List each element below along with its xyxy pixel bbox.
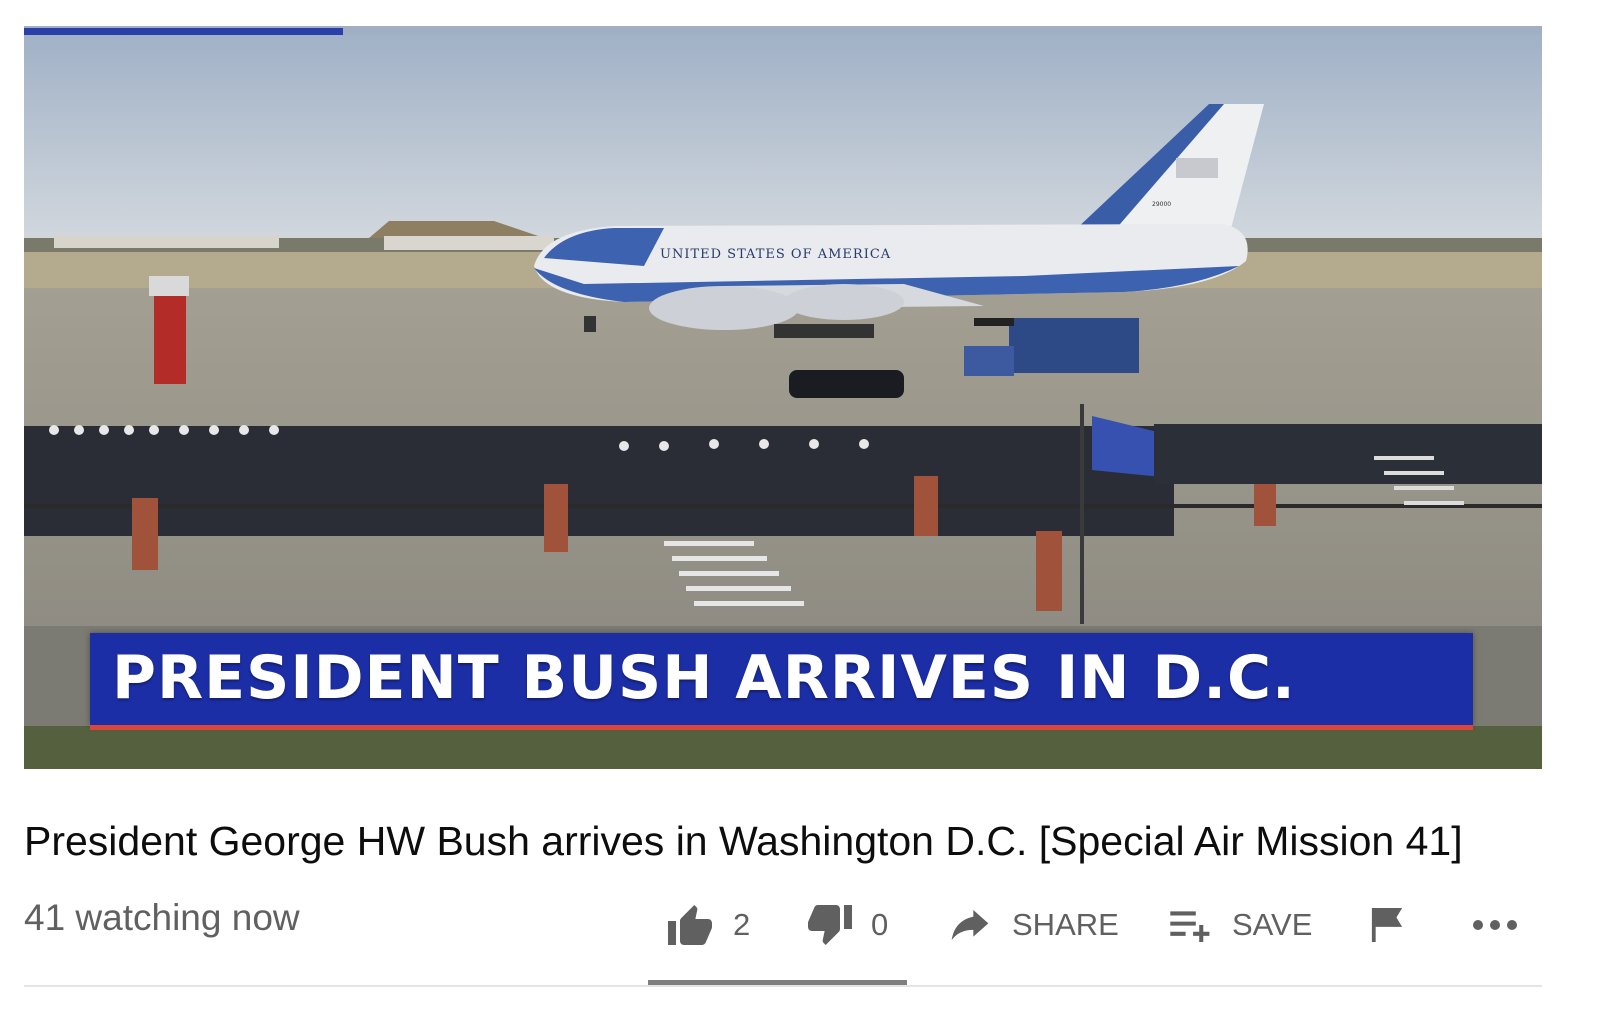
report-button[interactable]	[1370, 890, 1404, 960]
aircraft-lettering: UNITED STATES OF AMERICA	[660, 247, 891, 262]
save-label: SAVE	[1232, 907, 1313, 942]
thumbs-up-icon	[668, 905, 712, 945]
share-label: SHARE	[1012, 907, 1119, 942]
save-button[interactable]: SAVE	[1168, 890, 1312, 960]
video-title: President George HW Bush arrives in Wash…	[24, 818, 1463, 864]
like-count: 2	[733, 907, 751, 942]
playlist-add-icon	[1170, 911, 1210, 942]
more-horizontal-icon	[1473, 920, 1517, 930]
dislike-button[interactable]: 0	[806, 890, 888, 960]
share-button[interactable]: SHARE	[950, 890, 1119, 960]
video-progress-bar[interactable]	[24, 28, 343, 35]
share-arrow-icon	[951, 910, 989, 940]
dislike-count: 0	[871, 907, 889, 942]
more-actions-button[interactable]	[1472, 890, 1518, 960]
video-action-bar: 2 0 SHARE SAVE	[0, 890, 1600, 960]
video-player[interactable]: UNITED STATES OF AMERICA 29000 PRESIDENT…	[24, 26, 1542, 769]
section-divider	[24, 985, 1542, 987]
news-lower-third-banner: PRESIDENT BUSH ARRIVES IN D.C.	[90, 633, 1473, 730]
thumbs-down-icon	[808, 905, 852, 945]
banner-accent-strip	[90, 725, 1473, 730]
like-button[interactable]: 2	[666, 890, 750, 960]
tail-number: 29000	[1152, 201, 1171, 208]
flag-icon	[1371, 908, 1403, 942]
page: UNITED STATES OF AMERICA 29000 PRESIDENT…	[0, 0, 1600, 1036]
banner-headline: PRESIDENT BUSH ARRIVES IN D.C.	[112, 643, 1296, 713]
